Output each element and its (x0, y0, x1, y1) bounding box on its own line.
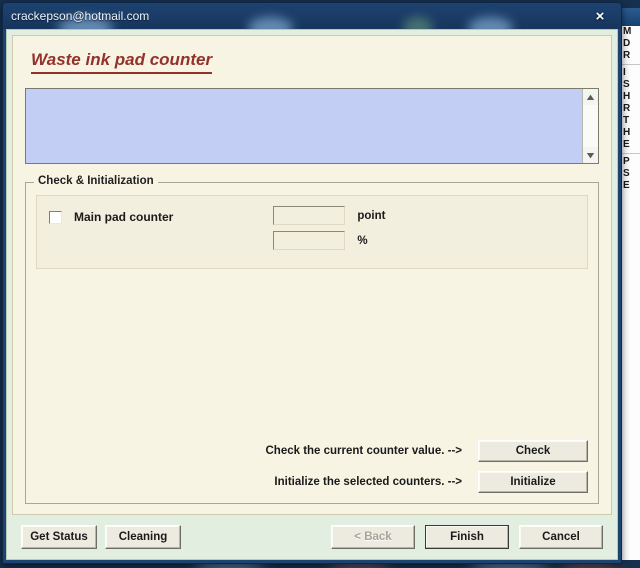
initialize-action-text: Initialize the selected counters. --> (274, 476, 462, 488)
check-initialization-group: Check & Initialization Main pad counter … (25, 175, 599, 504)
background-window-line: R (623, 50, 631, 61)
waste-ink-pad-counter-dialog: crackepson@hotmail.com × Waste ink pad c… (2, 2, 622, 564)
button-bar-left: Get Status Cleaning (21, 525, 181, 549)
background-window-line: T (623, 115, 630, 126)
log-output-textarea[interactable] (26, 89, 582, 163)
scroll-up-icon[interactable] (583, 89, 598, 105)
titlebar-glow (403, 17, 433, 29)
percent-value-input[interactable] (273, 231, 346, 250)
window-body: Waste ink pad counter Check & Initializa… (6, 29, 618, 560)
background-window-line: I (623, 67, 626, 78)
counter-selection-panel: Main pad counter point % (36, 195, 588, 269)
background-window[interactable]: M D R I S H R T H E P S E (620, 8, 640, 560)
log-scrollbar[interactable] (582, 89, 598, 163)
finish-button[interactable]: Finish (425, 525, 509, 549)
group-legend: Check & Initialization (34, 175, 158, 187)
background-window-titlebar (621, 8, 640, 26)
dialog-content: Waste ink pad counter Check & Initializa… (12, 35, 612, 515)
background-window-line: M (623, 26, 632, 37)
action-rows: Check the current counter value. --> Che… (265, 440, 588, 493)
background-window-line: H (623, 91, 631, 102)
background-window-line: P (623, 156, 630, 167)
point-value-input[interactable] (273, 206, 346, 225)
main-pad-counter-label: Main pad counter (74, 210, 174, 224)
percent-unit-label: % (357, 234, 368, 247)
scrollbar-track[interactable] (583, 105, 598, 147)
check-action-row: Check the current counter value. --> Che… (265, 440, 588, 462)
scroll-down-icon[interactable] (583, 147, 598, 163)
background-window-line: D (623, 38, 631, 49)
background-window-line: R (623, 103, 631, 114)
background-window-line: S (623, 79, 630, 90)
initialize-action-row: Initialize the selected counters. --> In… (265, 471, 588, 493)
counter-value-fields: point % (273, 206, 385, 250)
main-pad-counter-row[interactable]: Main pad counter (49, 206, 173, 224)
button-bar-right: < Back Finish Cancel (331, 525, 603, 549)
page-title: Waste ink pad counter (31, 50, 213, 74)
background-window-line: E (623, 139, 630, 150)
initialize-button[interactable]: Initialize (478, 471, 588, 493)
background-window-line: E (623, 180, 630, 191)
log-output-container (25, 88, 599, 164)
window-titlebar[interactable]: crackepson@hotmail.com × (3, 3, 621, 29)
close-icon[interactable]: × (587, 5, 613, 27)
background-window-divider (622, 64, 640, 65)
percent-field-row: % (273, 231, 385, 250)
window-title: crackepson@hotmail.com (11, 9, 150, 23)
get-status-button[interactable]: Get Status (21, 525, 97, 549)
desktop-background: M D R I S H R T H E P S E crackepson@hot… (0, 0, 640, 568)
main-pad-counter-checkbox[interactable] (49, 210, 62, 224)
cancel-button[interactable]: Cancel (519, 525, 603, 549)
titlebar-glow (248, 17, 293, 29)
check-button[interactable]: Check (478, 440, 588, 462)
check-action-text: Check the current counter value. --> (265, 445, 462, 457)
cleaning-button[interactable]: Cleaning (105, 525, 181, 549)
dialog-button-bar: Get Status Cleaning < Back Finish Cancel (7, 515, 617, 559)
background-window-line: S (623, 168, 630, 179)
titlebar-glow (468, 17, 513, 29)
background-window-divider (622, 153, 640, 154)
point-field-row: point (273, 206, 385, 225)
back-button: < Back (331, 525, 415, 549)
background-window-line: H (623, 127, 631, 138)
point-unit-label: point (357, 209, 386, 222)
